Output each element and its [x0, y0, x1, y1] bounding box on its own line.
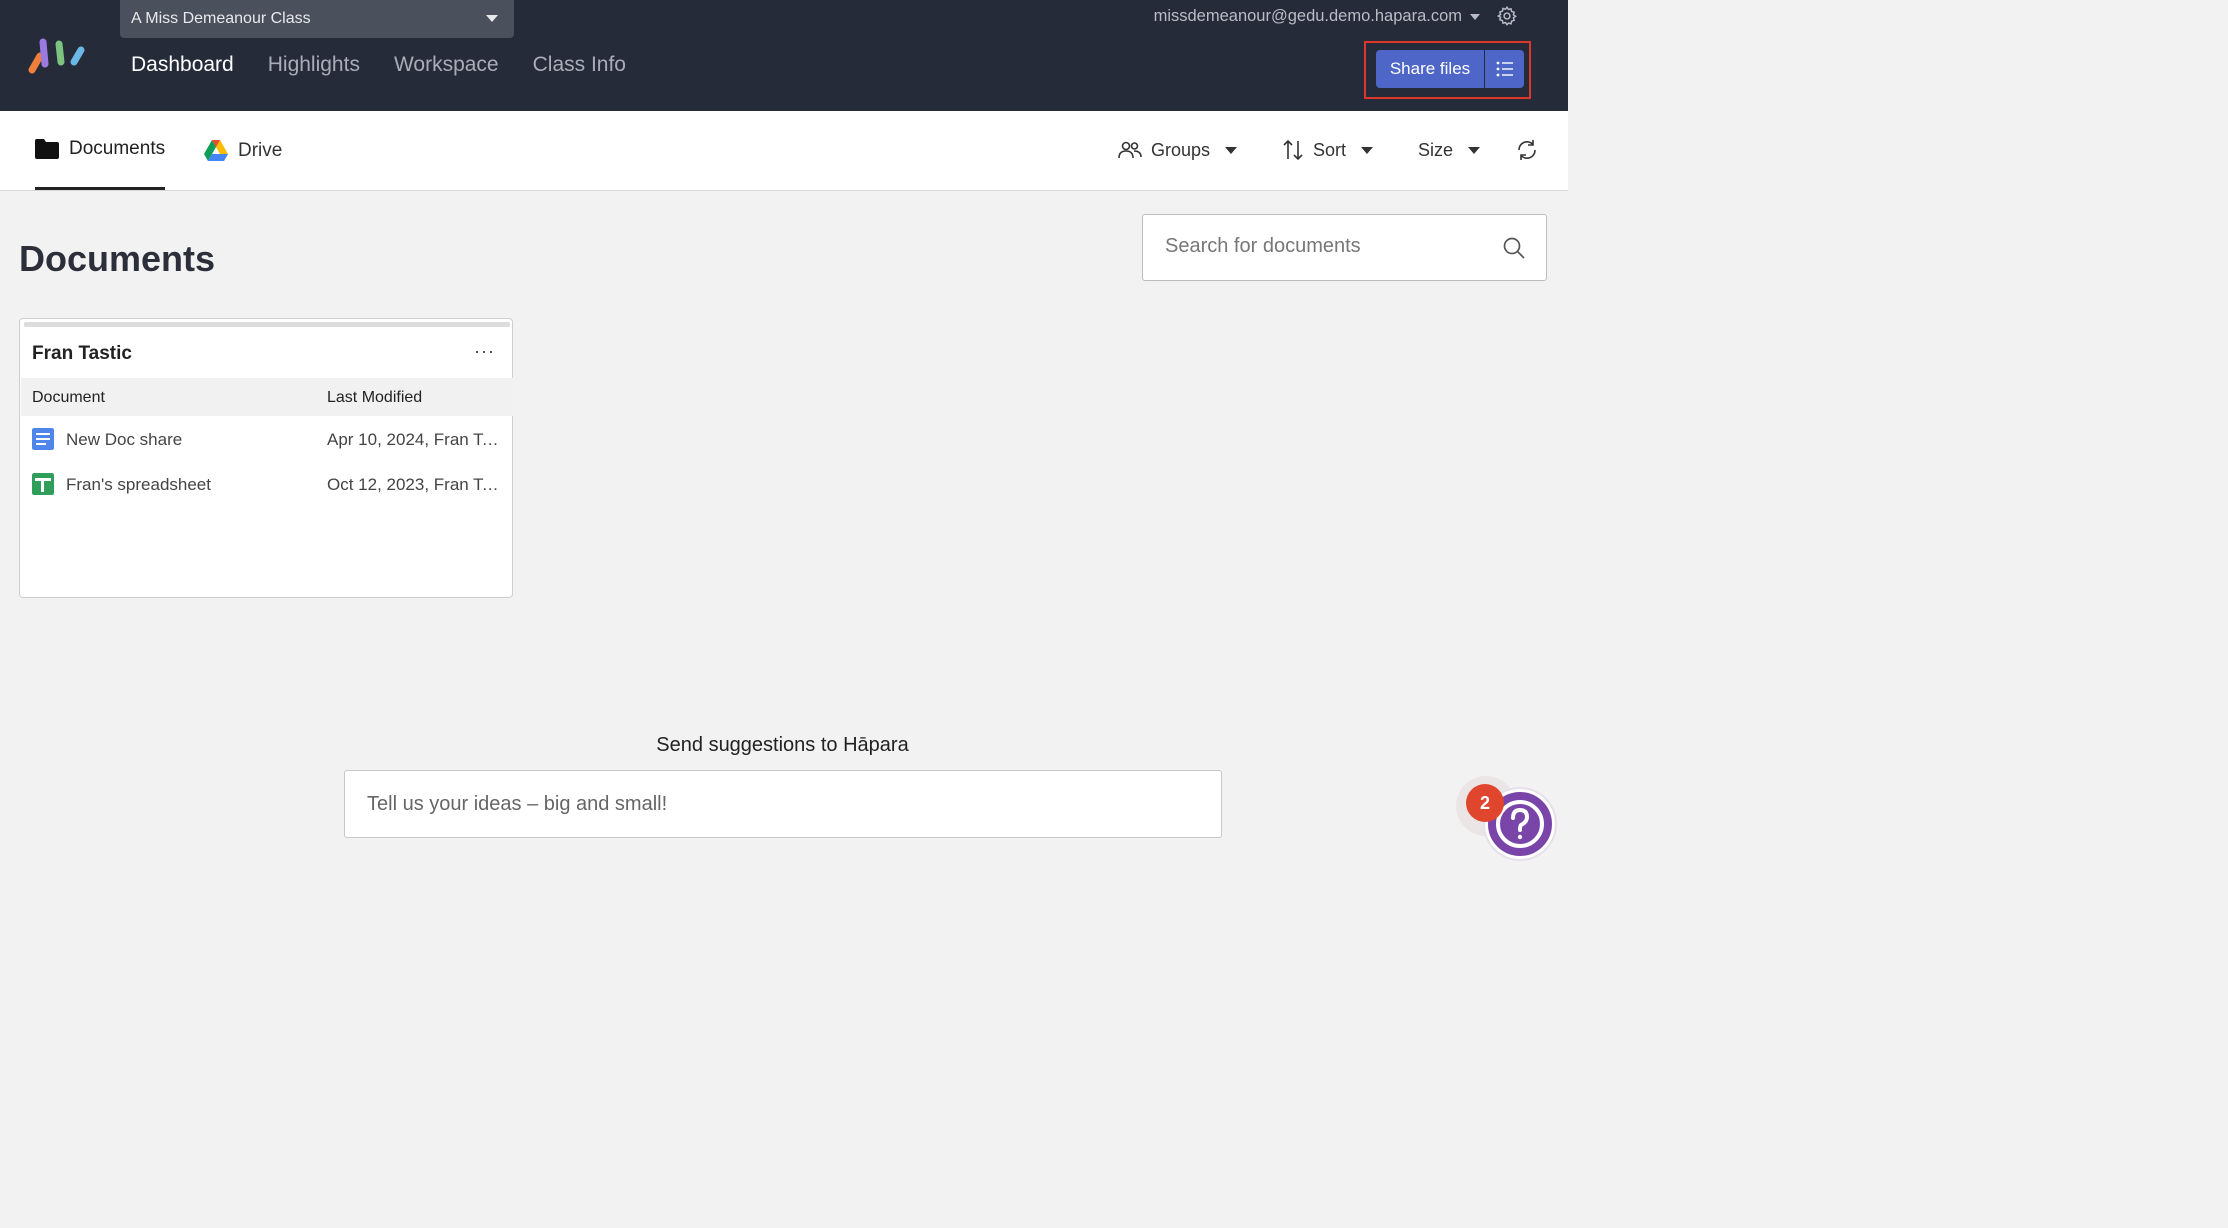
tab-documents[interactable]: Documents — [35, 111, 166, 190]
suggestions-box[interactable] — [344, 770, 1222, 838]
more-options-icon[interactable]: ··· — [474, 341, 495, 362]
chevron-down-icon — [1468, 146, 1481, 154]
share-files-button[interactable]: Share files — [1376, 50, 1484, 88]
suggestions-input[interactable] — [367, 793, 1187, 816]
tab-documents-label: Documents — [69, 138, 166, 159]
gear-icon[interactable] — [1496, 5, 1518, 27]
sort-label: Sort — [1313, 139, 1347, 160]
account-email: missdemeanour@gedu.demo.hapara.com — [1153, 7, 1462, 25]
notification-badge: 2 — [1466, 784, 1504, 822]
size-dropdown[interactable]: Size — [1418, 135, 1481, 165]
table-row[interactable]: Fran's spreadsheet Oct 12, 2023, Fran Ta… — [21, 462, 513, 507]
suggestions-title: Send suggestions to Hāpara — [656, 734, 909, 756]
sort-dropdown[interactable]: Sort — [1282, 135, 1374, 165]
tab-drive[interactable]: Drive — [204, 111, 282, 190]
nav-workspace[interactable]: Workspace — [394, 53, 499, 77]
share-list-button[interactable] — [1485, 50, 1524, 88]
table-header: Document Last Modified — [21, 378, 513, 416]
groups-dropdown[interactable]: Groups — [1118, 135, 1238, 165]
document-name[interactable]: New Doc share — [66, 430, 182, 450]
column-document: Document — [32, 389, 105, 406]
nav-dashboard[interactable]: Dashboard — [131, 53, 234, 77]
card-progress-line — [24, 322, 510, 327]
refresh-button[interactable] — [1515, 135, 1539, 165]
chevron-down-icon — [486, 15, 498, 22]
people-icon — [1118, 141, 1142, 159]
table-row[interactable]: New Doc share Apr 10, 2024, Fran Tastic — [21, 417, 513, 462]
refresh-icon — [1518, 140, 1536, 160]
top-bar: A Miss Demeanour Class Dashboard Highlig… — [0, 0, 1568, 111]
hapara-logo[interactable] — [28, 36, 88, 74]
chevron-down-icon — [1225, 146, 1238, 154]
search-icon[interactable] — [1502, 236, 1526, 260]
main-nav: Dashboard Highlights Workspace Class Inf… — [131, 53, 626, 77]
account-menu[interactable]: missdemeanour@gedu.demo.hapara.com — [1154, 7, 1480, 26]
google-sheets-icon — [32, 473, 54, 495]
page-title: Documents — [19, 238, 216, 279]
student-card: Fran Tastic ··· Document Last Modified N… — [19, 318, 513, 598]
chevron-down-icon — [1470, 13, 1480, 20]
document-name[interactable]: Fran's spreadsheet — [66, 475, 211, 495]
google-docs-icon — [32, 428, 54, 450]
search-box[interactable] — [1142, 214, 1547, 281]
class-name: A Miss Demeanour Class — [131, 10, 311, 27]
list-icon — [1496, 61, 1513, 77]
folder-icon — [35, 139, 59, 159]
groups-label: Groups — [1151, 139, 1211, 160]
size-label: Size — [1418, 139, 1454, 160]
tab-drive-label: Drive — [238, 139, 283, 161]
nav-class-info[interactable]: Class Info — [533, 53, 626, 77]
student-name[interactable]: Fran Tastic — [32, 343, 132, 365]
sub-toolbar: Documents Drive Groups Sort Size — [0, 111, 1568, 191]
sort-icon — [1283, 139, 1303, 161]
chevron-down-icon — [1361, 146, 1374, 154]
last-modified: Apr 10, 2024, Fran Tastic — [327, 430, 505, 449]
column-last-modified: Last Modified — [327, 389, 423, 406]
google-drive-icon — [204, 140, 228, 161]
search-input[interactable] — [1165, 235, 1495, 258]
last-modified: Oct 12, 2023, Fran Tastic — [327, 475, 505, 494]
class-selector[interactable]: A Miss Demeanour Class — [120, 0, 514, 38]
nav-highlights[interactable]: Highlights — [268, 53, 360, 77]
